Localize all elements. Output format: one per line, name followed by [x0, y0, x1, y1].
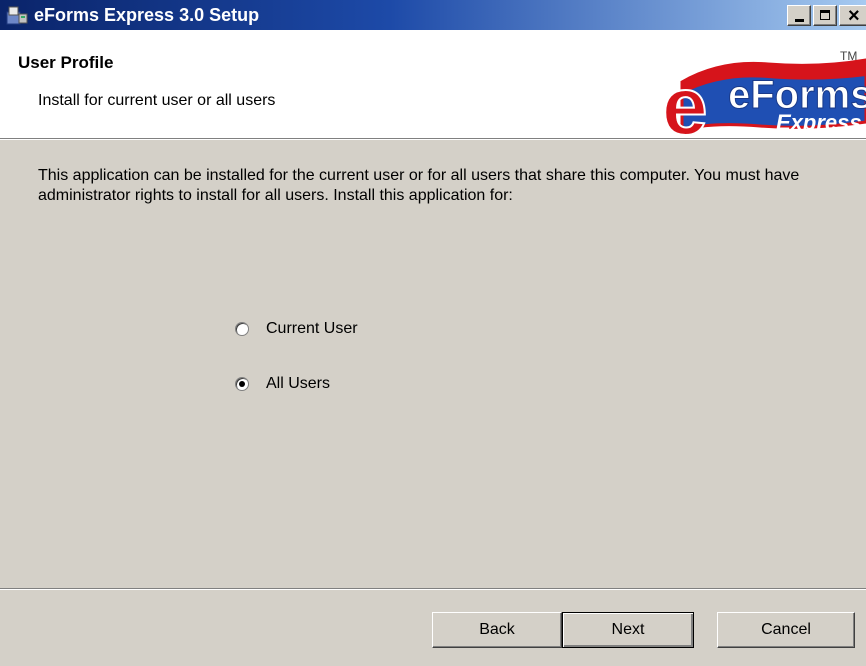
svg-text:e: e: [662, 61, 708, 138]
radio-label-all-users: All Users: [266, 375, 331, 392]
page-subtitle: Install for current user or all users: [38, 92, 276, 109]
radio-selected-icon[interactable]: [235, 377, 249, 391]
maximize-button[interactable]: [813, 5, 837, 26]
page-title: User Profile: [18, 53, 114, 72]
close-icon: ×: [848, 5, 860, 27]
description-text: This application can be installed for th…: [38, 167, 800, 204]
window-title: eForms Express 3.0 Setup: [34, 5, 260, 25]
logo-trademark: TM: [840, 49, 857, 63]
radio-label-current-user: Current User: [266, 320, 358, 337]
radio-all-users[interactable]: All Users: [235, 375, 330, 393]
minimize-button[interactable]: [787, 5, 811, 26]
maximize-icon: [820, 10, 830, 20]
logo-text-sub: Express: [776, 110, 862, 135]
header-separator-highlight: [0, 139, 866, 140]
radio-dot-icon: [239, 381, 245, 387]
eforms-express-logo: e eForms Express TM: [661, 49, 866, 138]
cancel-button[interactable]: Cancel: [717, 612, 855, 648]
footer-separator-highlight: [0, 589, 866, 590]
minimize-icon: [795, 19, 804, 22]
next-button[interactable]: Next: [562, 612, 694, 648]
radio-current-user[interactable]: Current User: [235, 320, 358, 338]
title-bar[interactable]: eForms Express 3.0 Setup ×: [0, 0, 866, 30]
radio-unselected-icon[interactable]: [235, 322, 249, 336]
close-button[interactable]: ×: [839, 5, 866, 27]
installer-icon: [6, 6, 28, 25]
header-banner: User Profile Install for current user or…: [0, 30, 866, 138]
back-button[interactable]: Back: [432, 612, 562, 648]
